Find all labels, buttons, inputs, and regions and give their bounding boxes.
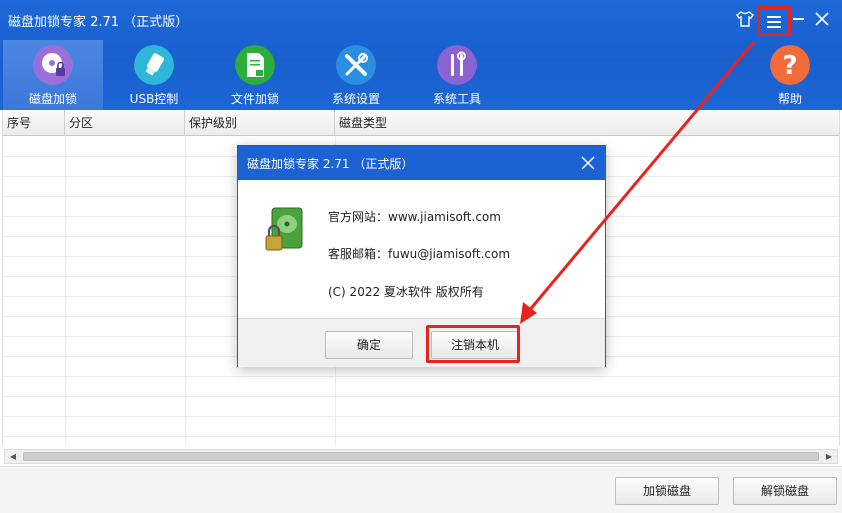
disk-lock-icon (33, 45, 73, 85)
copyright-text: (C) 2022 夏冰软件 版权所有 (328, 285, 484, 299)
skin-shirt-icon[interactable] (736, 10, 754, 28)
unlock-disk-button[interactable]: 解锁磁盘 (733, 477, 837, 505)
nav-label: 系统设置 (331, 92, 380, 106)
nav-label: USB控制 (129, 92, 179, 106)
dialog-close-icon[interactable] (581, 156, 595, 170)
dialog-title-bar: 磁盘加锁专家 2.71 （正式版） (238, 146, 605, 180)
horizontal-scrollbar[interactable]: ◀ ▶ (4, 449, 838, 464)
nav-label: 磁盘加锁 (28, 92, 77, 106)
menu-icon (767, 16, 781, 18)
file-lock-icon (235, 45, 275, 85)
website-text: 官方网站：www.jiamisoft.com (328, 210, 501, 224)
svg-text:?: ? (782, 51, 797, 81)
dialog-footer: 确定 注销本机 (238, 318, 605, 367)
nav-disk-lock[interactable]: 磁盘加锁 (3, 40, 103, 110)
about-dialog: 磁盘加锁专家 2.71 （正式版） 官方网站：www.jiamisoft.com… (237, 145, 606, 367)
column-header-disk-type[interactable]: 磁盘类型 (335, 110, 839, 136)
bottom-toolbar: 加锁磁盘 解锁磁盘 (0, 466, 842, 513)
scrollbar-thumb[interactable] (23, 452, 819, 461)
highlight-box-deregister (426, 325, 520, 363)
main-menu-button[interactable] (757, 6, 791, 36)
nav-file-lock[interactable]: 文件加锁 (205, 40, 305, 110)
nav-usb-control[interactable]: USB控制 (104, 40, 204, 110)
usb-icon (134, 45, 174, 85)
app-title: 磁盘加锁专家 2.71 （正式版） (8, 15, 189, 30)
scroll-left-icon[interactable]: ◀ (6, 450, 20, 463)
nav-label: 文件加锁 (230, 92, 279, 106)
close-window-button[interactable] (815, 12, 829, 26)
scroll-right-icon[interactable]: ▶ (822, 450, 836, 463)
nav-label: 帮助 (777, 92, 802, 106)
hard-disk-lock-icon (265, 207, 303, 251)
minimize-button[interactable] (793, 18, 804, 20)
wrench-screwdriver-icon (437, 45, 477, 85)
nav-system-tools[interactable]: 系统工具 (407, 40, 507, 110)
column-header-index[interactable]: 序号 (3, 110, 65, 136)
column-header-protection-level[interactable]: 保护级别 (185, 110, 335, 136)
email-text: 客服邮箱：fuwu@jiamisoft.com (328, 247, 511, 261)
ok-button[interactable]: 确定 (325, 331, 413, 359)
nav-help[interactable]: ? 帮助 (740, 40, 840, 110)
tools-icon (336, 45, 376, 85)
dialog-title: 磁盘加锁专家 2.71 （正式版） (247, 157, 414, 171)
lock-disk-button[interactable]: 加锁磁盘 (615, 477, 719, 505)
column-header-partition[interactable]: 分区 (65, 110, 185, 136)
nav-label: 系统工具 (432, 92, 481, 106)
help-icon: ? (770, 45, 810, 85)
nav-system-settings[interactable]: 系统设置 (306, 40, 406, 110)
